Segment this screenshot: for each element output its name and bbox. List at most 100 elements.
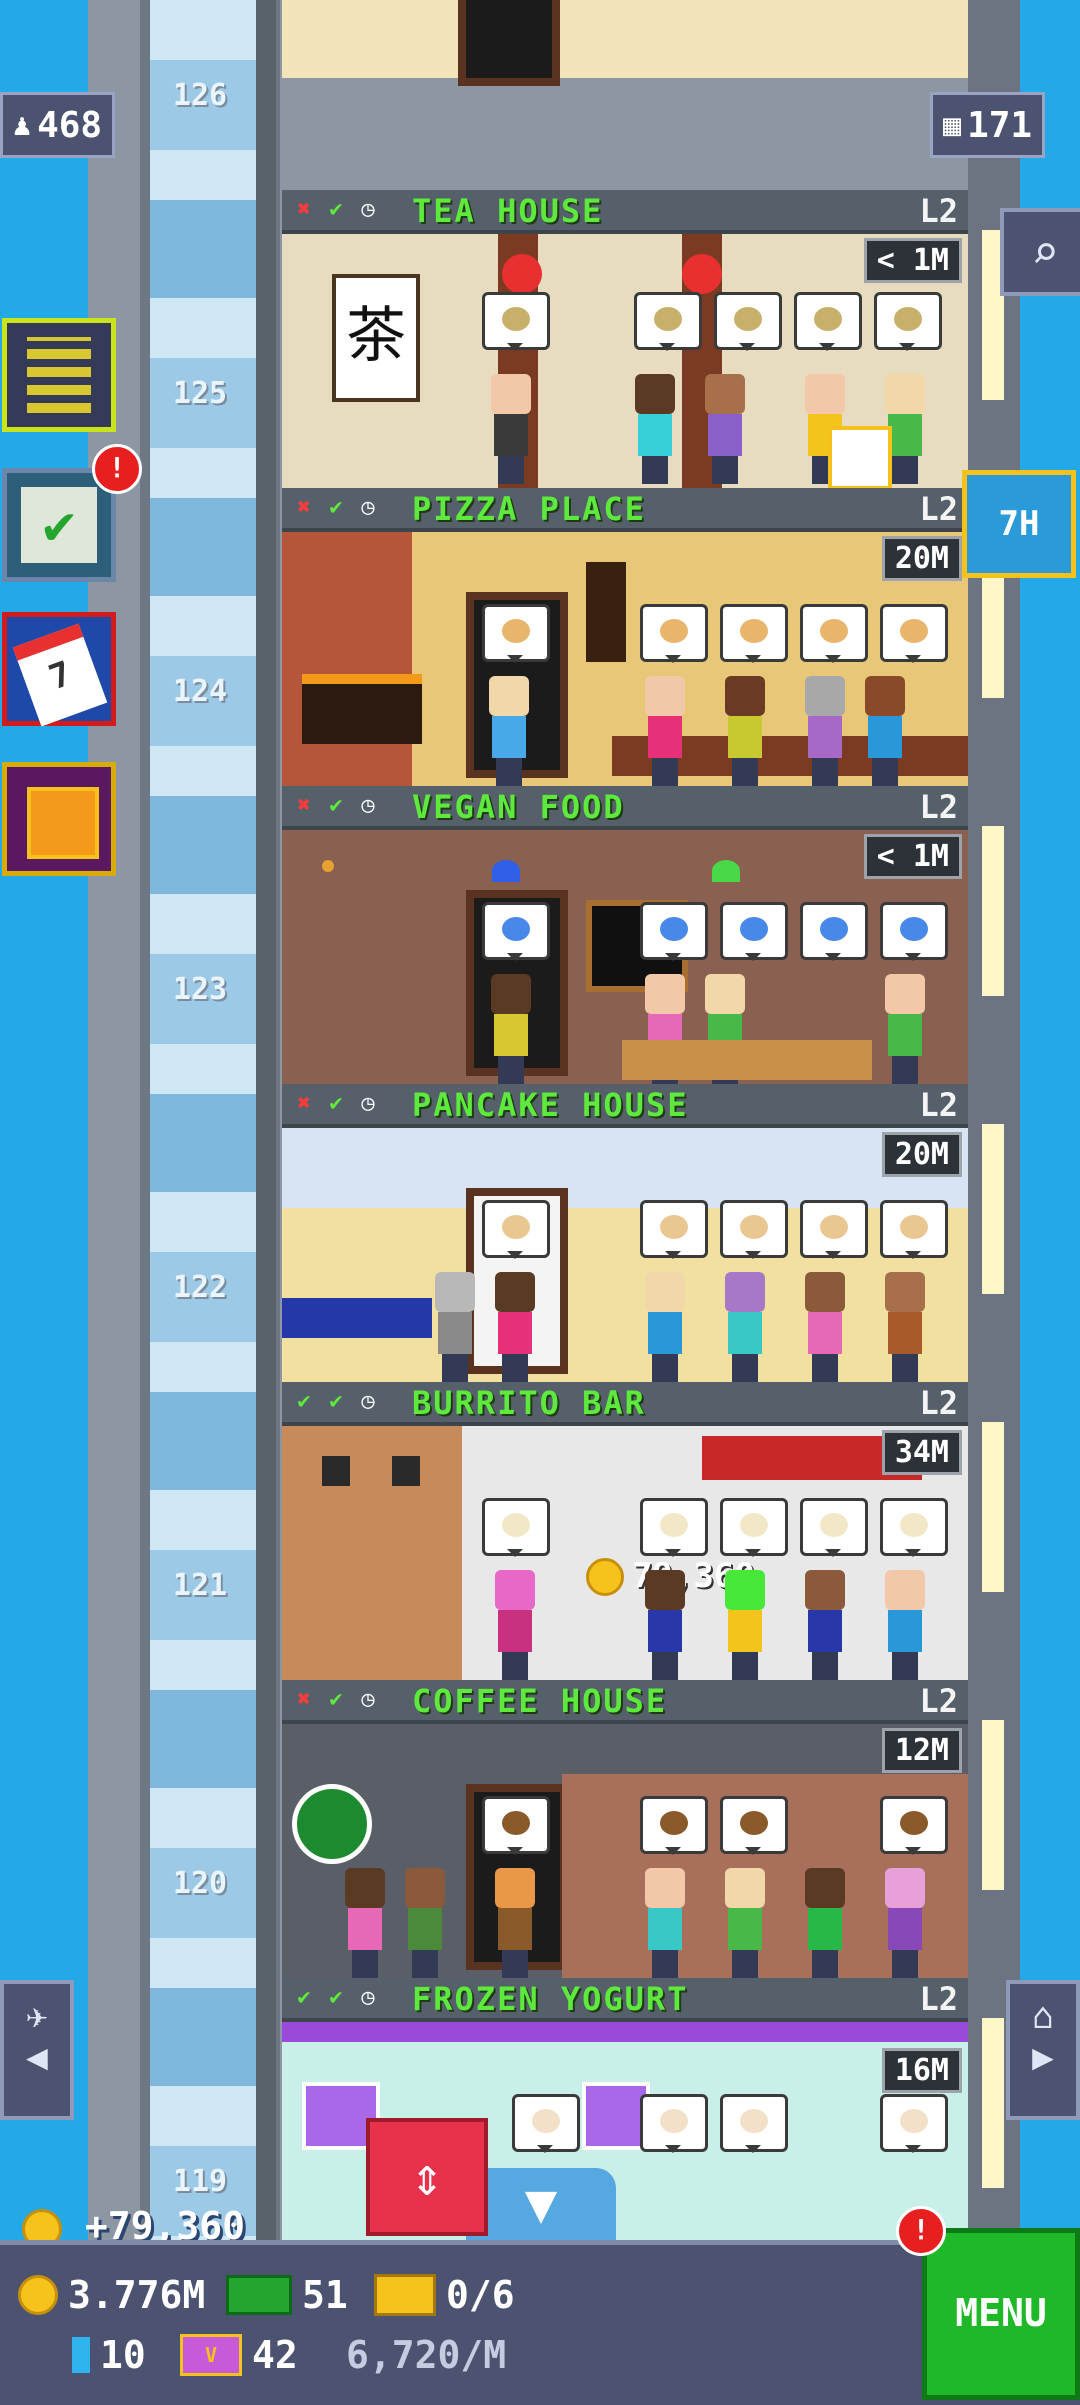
bitizen[interactable] [342,1868,388,1978]
floor-name: FROZEN YOGURT [412,1980,689,2018]
build-floor-button[interactable] [2,318,116,432]
check-icon: ✔ [329,495,343,520]
bitizen[interactable] [882,974,928,1084]
check-icon: ✔ [329,793,343,818]
clock-icon: ◷ [361,1687,375,1712]
floor-timer: 20M [881,536,962,581]
bitizen[interactable] [722,1868,768,1978]
floor-room: 12M [282,1724,968,1978]
check-icon: ✔ [329,1985,343,2010]
tower-right-column [968,0,1020,2240]
bitizen[interactable] [802,1272,848,1382]
building-icon: ▦ [943,107,962,143]
magnifier-icon: ⌕ [1031,225,1059,279]
floor-status-icons: ✖ ✔ ◷ [290,1090,382,1118]
bitizen[interactable] [802,1868,848,1978]
bitizen[interactable] [882,1570,928,1680]
population-counter[interactable]: ♟ 468 [0,92,116,158]
bitizen[interactable] [632,374,678,484]
bitizen[interactable] [862,676,908,786]
daily-calendar-button[interactable]: 7 [2,612,116,727]
bitizen[interactable] [402,1868,448,1978]
food-bubble [482,902,550,961]
bitizen[interactable] [642,676,688,786]
roof-nav-button[interactable]: ⌂ ▶ [1006,1980,1080,2120]
food-bubble [720,1498,788,1557]
bux-stat[interactable]: 51 [226,2273,348,2317]
floor-name: TEA HOUSE [412,192,604,230]
floor-burrito-bar[interactable]: ✔ ✔ ◷ BURRITO BAR L2 34M 79,360 [282,1382,968,1680]
floor-vegan-food[interactable]: ✖ ✔ ◷ VEGAN FOOD L2 < 1M [282,786,968,1084]
floor-header: ✖ ✔ ◷ PIZZA PLACE L2 [282,488,968,532]
bitizen[interactable] [642,1272,688,1382]
bitizen[interactable] [488,974,534,1084]
bitizen[interactable] [492,1868,538,1978]
tea-sign: 茶 [332,274,420,402]
check-icon: ✔ [297,1389,311,1414]
bitizen[interactable] [802,1570,848,1680]
bitizen[interactable] [882,1272,928,1382]
bottom-bar: 3.776M 51 0/6 10 V 42 6,720/M [0,2240,1080,2405]
bitizen[interactable] [722,676,768,786]
vip-stat[interactable]: V 42 [180,2333,298,2377]
coins-stat[interactable]: 3.776M [18,2273,205,2317]
floor-timer: 16M [881,2048,962,2093]
bitizen[interactable] [802,676,848,786]
bitizen[interactable] [432,1272,478,1382]
floor-counter[interactable]: ▦ 171 [930,92,1046,158]
cross-icon: ✖ [297,1687,311,1712]
floor-name: BURRITO BAR [412,1384,646,1422]
floor-number-119: 119 [172,2164,228,2199]
bitizen[interactable] [492,1570,538,1680]
lamp-icon [322,1456,350,1486]
floor-pancake-house[interactable]: ✖ ✔ ◷ PANCAKE HOUSE L2 20M [282,1084,968,1382]
floor-level: L2 [919,1384,958,1422]
timer-7h-button[interactable]: 7H [962,470,1076,578]
menu-board [586,562,626,662]
check-icon: ✔ [329,1389,343,1414]
gift-box-icon[interactable] [828,426,892,490]
bitizen[interactable] [488,374,534,484]
coffee-logo-icon [292,1784,372,1864]
coin-icon[interactable] [586,1558,624,1596]
elevator-down-button[interactable]: ▼ [466,2168,616,2240]
floor-number-121: 121 [172,1568,228,1603]
bitizen[interactable] [722,1272,768,1382]
floor-header: ✖ ✔ ◷ TEA HOUSE L2 [282,190,968,234]
search-button[interactable]: ⌕ [1000,208,1080,296]
bitizen[interactable] [642,1868,688,1978]
bitizen[interactable] [702,374,748,484]
floor-number-120: 120 [172,1866,228,1901]
floor-timer: 34M [881,1430,962,1475]
ticket-icon [374,2274,436,2316]
bitizen[interactable] [486,676,532,786]
floor-status-icons: ✖ ✔ ◷ [290,196,382,224]
bitizen[interactable] [882,1868,928,1978]
bitizen[interactable] [492,1272,538,1382]
people-icon: ♟ [13,107,32,143]
lobby-nav-button[interactable]: ✈ ◀ [0,1980,74,2120]
floor-126[interactable] [282,0,968,190]
menu-button[interactable]: MENU [922,2228,1080,2400]
floor-room: 34M 79,360 [282,1426,968,1680]
floor-tea-house[interactable]: ✖ ✔ ◷ TEA HOUSE L2 茶 < 1M [282,190,968,490]
gift-button[interactable] [2,762,116,876]
keys-stat[interactable]: 10 [72,2333,146,2377]
food-bubble [482,1796,550,1855]
floor-name: COFFEE HOUSE [412,1682,668,1720]
lamp-icon [492,860,520,882]
chevron-down-icon: ▼ [524,2172,558,2235]
lamp-icon [392,1456,420,1486]
bitizen[interactable] [642,1570,688,1680]
bitizen[interactable] [722,1570,768,1680]
population-value: 468 [37,104,103,146]
food-bubble [800,902,868,961]
tickets-stat[interactable]: 0/6 [374,2273,515,2317]
floor-pizza-place[interactable]: ✖ ✔ ◷ PIZZA PLACE L2 20M [282,488,968,786]
elevator-button[interactable]: ⇕ [366,2118,488,2236]
keys-value: 10 [100,2333,146,2377]
floor-coffee-house[interactable]: ✖ ✔ ◷ COFFEE HOUSE L2 12M [282,1680,968,1978]
floor-name: PIZZA PLACE [412,490,646,528]
elevator-rail [256,0,276,2240]
food-bubble [640,604,708,663]
